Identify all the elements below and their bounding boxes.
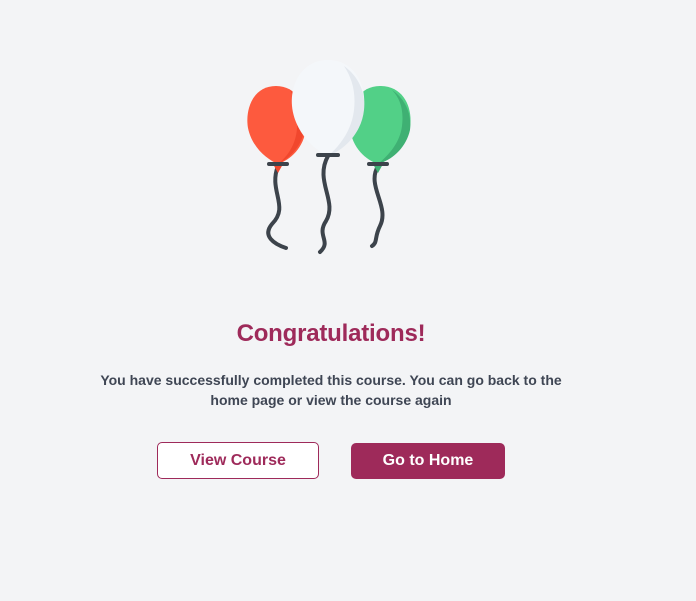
balloon-string-middle [318,154,332,254]
white-balloon [291,60,365,157]
go-to-home-button[interactable]: Go to Home [351,443,505,479]
view-course-button[interactable]: View Course [157,442,319,479]
balloon-string-left [266,164,288,250]
completion-message: You have successfully completed this cou… [100,372,562,408]
course-complete-screen: Congratulations! You have successfully c… [0,0,696,601]
balloon-string-right [370,164,385,248]
congratulations-title: Congratulations! [236,320,426,347]
balloons-illustration [247,60,411,254]
